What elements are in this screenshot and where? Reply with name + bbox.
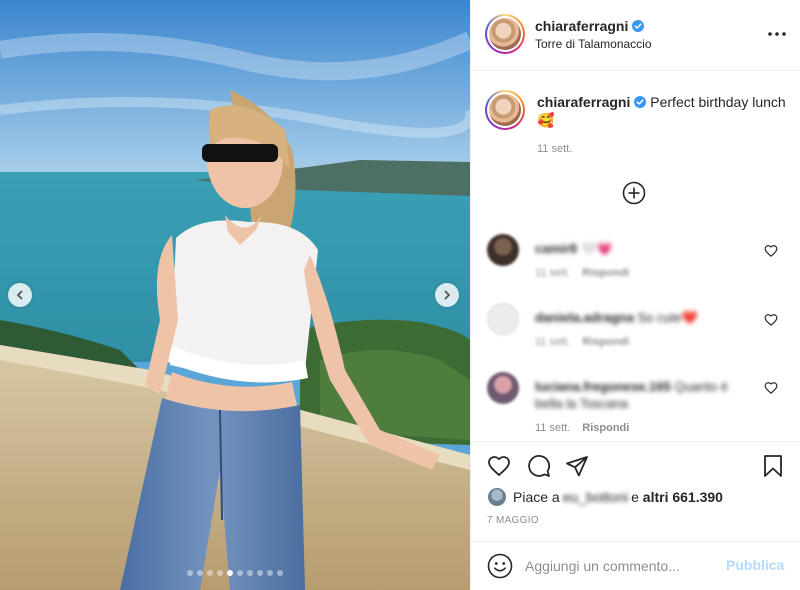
comment-username[interactable]: luciana.fregonese.165 (535, 379, 671, 394)
carousel-dot (187, 570, 193, 576)
caption-text: Perfect birthday lunch (650, 94, 786, 110)
emoji-smile-icon[interactable] (487, 553, 513, 579)
post-caption: chiaraferragni Perfect birthday lunch 🥰 (537, 93, 787, 129)
comment-meta: 11 sett. Rispondi (535, 267, 629, 279)
likes-summary: Piace a eu_bottoni e altri 661.390 (487, 487, 723, 507)
carousel-dot (227, 570, 233, 576)
liker-avatar[interactable] (487, 487, 507, 507)
post-header: chiaraferragni Torre di Talamonaccio (471, 0, 800, 71)
comment-time[interactable]: 11 sett. (535, 267, 570, 279)
carousel-indicator (0, 570, 470, 576)
chevron-left-icon (16, 290, 23, 300)
verified-badge-icon (634, 96, 647, 108)
comment-bubble-icon[interactable] (527, 454, 551, 478)
photo-scene (0, 0, 470, 590)
comment-like-heart-icon[interactable] (764, 381, 778, 395)
instagram-post-view: chiaraferragni Torre di Talamonaccio chi… (0, 0, 800, 590)
comment-input[interactable] (525, 554, 715, 578)
carousel-prev-button[interactable] (8, 283, 32, 307)
caption-author-avatar[interactable] (485, 90, 525, 130)
carousel-dot (267, 570, 273, 576)
comment-meta: 11 sett. Rispondi (535, 336, 629, 348)
publish-comment-button[interactable]: Pubblica (726, 557, 784, 573)
post-location[interactable]: Torre di Talamonaccio (535, 37, 652, 51)
heart-icon[interactable] (487, 454, 511, 478)
comment-avatar[interactable] (487, 303, 519, 335)
comment-avatar[interactable] (487, 372, 519, 404)
chevron-right-icon (444, 290, 451, 300)
paper-plane-icon[interactable] (565, 454, 589, 478)
comment-reply-button[interactable]: Rispondi (582, 267, 629, 279)
comment-time[interactable]: 11 sett. (535, 422, 570, 434)
comment-text: So cute❤️ (637, 310, 698, 325)
comment-time[interactable]: 11 sett. (535, 336, 570, 348)
comment-item: luciana.fregonese.165 Quanto è bella la … (487, 372, 787, 440)
comment-meta: 11 sett. Rispondi (535, 422, 629, 434)
author-username[interactable]: chiaraferragni (535, 18, 628, 34)
carousel-dot (257, 570, 263, 576)
comment-like-heart-icon[interactable] (764, 313, 778, 327)
comment-item: daniela.adragna So cute❤️ 11 sett. Rispon… (487, 303, 787, 363)
carousel-dot (247, 570, 253, 576)
comment-like-heart-icon[interactable] (764, 244, 778, 258)
post-actions: Piace a eu_bottoni e altri 661.390 7 MAG… (471, 441, 800, 541)
likes-prefix: Piace a (513, 489, 560, 505)
comment-body: daniela.adragna So cute❤️ (535, 309, 755, 326)
likes-connector: e (631, 489, 639, 505)
comment-reply-button[interactable]: Rispondi (582, 336, 629, 348)
comment-avatar[interactable] (487, 234, 519, 266)
likes-count-link[interactable]: altri 661.390 (643, 489, 723, 505)
more-options-icon[interactable] (766, 27, 788, 41)
comment-username[interactable]: daniela.adragna (535, 310, 634, 325)
post-side-panel: chiaraferragni Torre di Talamonaccio chi… (470, 0, 800, 590)
carousel-dot (197, 570, 203, 576)
caption-timestamp[interactable]: 11 sett. (537, 143, 572, 155)
comment-text: 🤍💗 (580, 241, 613, 256)
author-block: chiaraferragni Torre di Talamonaccio (535, 18, 652, 53)
verified-badge-icon (632, 20, 645, 32)
carousel-dot (237, 570, 243, 576)
comment-reply-button[interactable]: Rispondi (582, 422, 629, 434)
comment-username[interactable]: camir8 (535, 241, 577, 256)
caption-username[interactable]: chiaraferragni (537, 94, 630, 110)
author-avatar[interactable] (485, 14, 525, 54)
carousel-dot (207, 570, 213, 576)
carousel-next-button[interactable] (435, 283, 459, 307)
comment-body: luciana.fregonese.165 Quanto è bella la … (535, 378, 755, 412)
load-more-comments-icon[interactable] (622, 181, 646, 205)
post-photo[interactable] (0, 0, 470, 590)
add-comment-bar: Pubblica (471, 541, 800, 590)
post-date[interactable]: 7 MAGGIO (487, 515, 539, 526)
carousel-dot (217, 570, 223, 576)
liker-username[interactable]: eu_bottoni (563, 489, 628, 505)
comment-body: camir8 🤍💗 (535, 240, 755, 257)
caption-emoji: 🥰 (537, 112, 555, 128)
carousel-dot (277, 570, 283, 576)
comment-item: camir8 🤍💗 11 sett. Rispondi (487, 234, 787, 294)
bookmark-icon[interactable] (761, 454, 785, 478)
